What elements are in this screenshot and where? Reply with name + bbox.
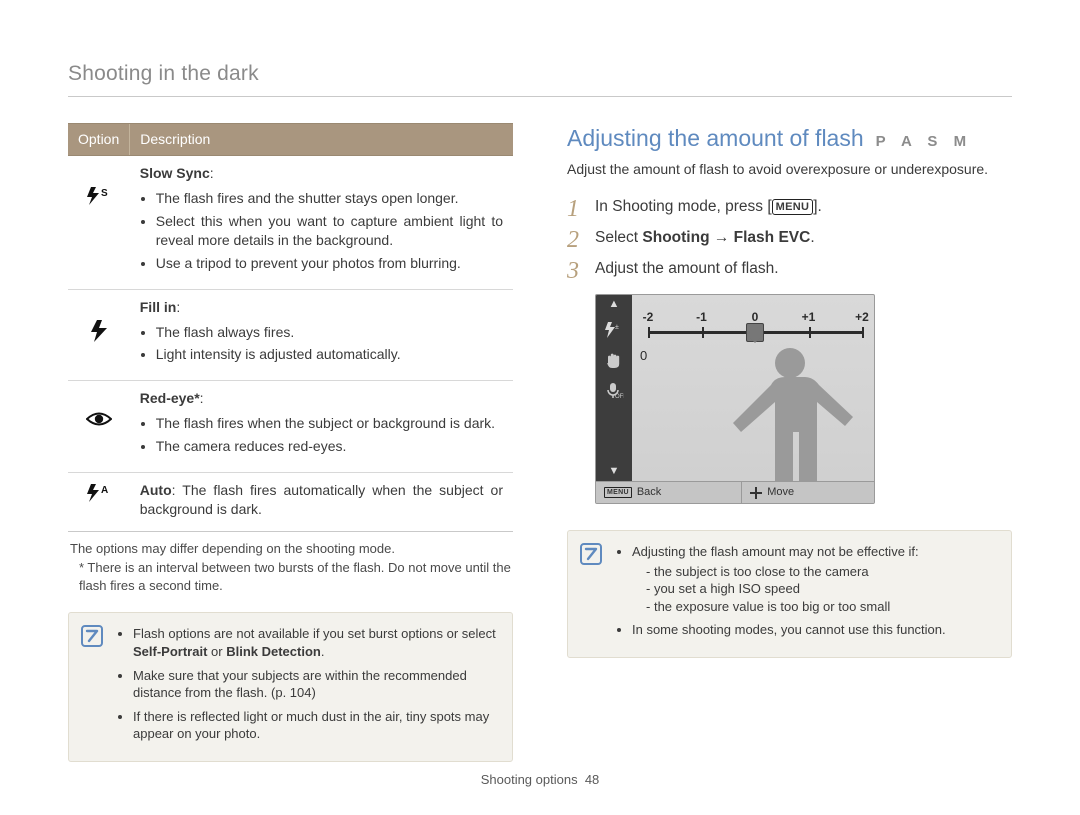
- lead-text: Adjust the amount of flash to avoid over…: [567, 160, 1012, 179]
- info-subitem: the exposure value is too big or too sma…: [646, 598, 997, 616]
- menu-chip-small: MENU: [604, 487, 632, 498]
- info-item: Adjusting the flash amount may not be ef…: [632, 543, 997, 615]
- option-bullet: The camera reduces red-eyes.: [156, 437, 503, 456]
- scale-label: +2: [855, 309, 869, 325]
- menu-chip: MENU: [772, 199, 814, 215]
- option-name: Slow Sync: [140, 165, 210, 181]
- scale-knob: [746, 323, 764, 342]
- caret-down-icon: ▼: [609, 466, 620, 477]
- option-bullet: Use a tripod to prevent your photos from…: [156, 254, 503, 273]
- info-item: Make sure that your subjects are within …: [133, 667, 498, 702]
- voice-off-icon: OFF: [602, 380, 626, 400]
- dpad-icon: [750, 487, 762, 499]
- footnote: * There is an interval between two burst…: [70, 559, 511, 594]
- info-box: Flash options are not available if you s…: [68, 612, 513, 761]
- note-icon: [580, 543, 602, 565]
- flash-slow-sync-icon: S: [85, 186, 113, 211]
- info-subitem: the subject is too close to the camera: [646, 563, 997, 581]
- option-bullet: The flash fires when the subject or back…: [156, 414, 503, 433]
- mode-badges: P A S M: [876, 132, 972, 152]
- subsection-title: Adjusting the amount of flash: [567, 123, 864, 154]
- th-option: Option: [68, 124, 130, 156]
- info-item: In some shooting modes, you cannot use t…: [632, 621, 997, 639]
- option-bullet: The flash fires and the shutter stays op…: [156, 189, 503, 208]
- table-row: Red-eye*: The flash fires when the subje…: [68, 381, 513, 473]
- info-box: Adjusting the flash amount may not be ef…: [567, 530, 1012, 658]
- section-title: Shooting in the dark: [68, 60, 1012, 97]
- person-silhouette-icon: [712, 341, 872, 491]
- table-row: A Auto: The flash fires automatically wh…: [68, 473, 513, 532]
- footnotes: The options may differ depending on the …: [70, 540, 511, 595]
- option-name: Fill in: [140, 299, 177, 315]
- option-bullet: Select this when you want to capture amb…: [156, 212, 503, 250]
- footnote: The options may differ depending on the …: [70, 540, 511, 558]
- table-row: Fill in: The flash always fires. Light i…: [68, 289, 513, 381]
- svg-text:A: A: [101, 485, 108, 496]
- footer-back-label: Back: [637, 485, 661, 500]
- footer-move-label: Move: [767, 485, 794, 500]
- step-1: In Shooting mode, press [MENU].: [567, 197, 1012, 218]
- scale-label: +1: [802, 309, 816, 325]
- th-description: Description: [130, 124, 513, 156]
- info-subitem: you set a high ISO speed: [646, 580, 997, 598]
- option-text: : The flash fires automatically when the…: [140, 482, 503, 517]
- options-table: Option Description S Slow Sync:: [68, 123, 513, 531]
- info-item: Flash options are not available if you s…: [133, 625, 498, 660]
- svg-text:OFF: OFF: [615, 394, 624, 399]
- ev-scale: -2 -1 0 +1 +2: [648, 309, 862, 339]
- table-row: S Slow Sync: The flash fires and the shu…: [68, 156, 513, 289]
- flash-auto-icon: A: [85, 483, 113, 508]
- flash-fill-in-icon: [89, 320, 109, 347]
- step-3: Adjust the amount of flash.: [567, 259, 1012, 280]
- hand-icon: [602, 350, 626, 370]
- scale-label: -2: [643, 309, 654, 325]
- ev-value: 0: [640, 347, 647, 365]
- caret-up-icon: ▲: [609, 299, 620, 310]
- option-name: Auto: [140, 482, 172, 498]
- svg-text:S: S: [101, 188, 108, 199]
- scale-label: -1: [696, 309, 707, 325]
- option-bullet: Light intensity is adjusted automaticall…: [156, 345, 503, 364]
- note-icon: [81, 625, 103, 647]
- info-item: If there is reflected light or much dust…: [133, 708, 498, 743]
- lcd-preview: ▲ ± OFF ▼: [595, 294, 875, 504]
- option-name: Red-eye*: [140, 390, 200, 406]
- step-2: Select Shooting → Flash EVC.: [567, 228, 1012, 249]
- flash-evc-icon: ±: [602, 320, 626, 340]
- svg-text:±: ±: [615, 324, 619, 331]
- option-bullet: The flash always fires.: [156, 323, 503, 342]
- red-eye-icon: [86, 411, 112, 432]
- page-footer: Shooting options 48: [0, 771, 1080, 789]
